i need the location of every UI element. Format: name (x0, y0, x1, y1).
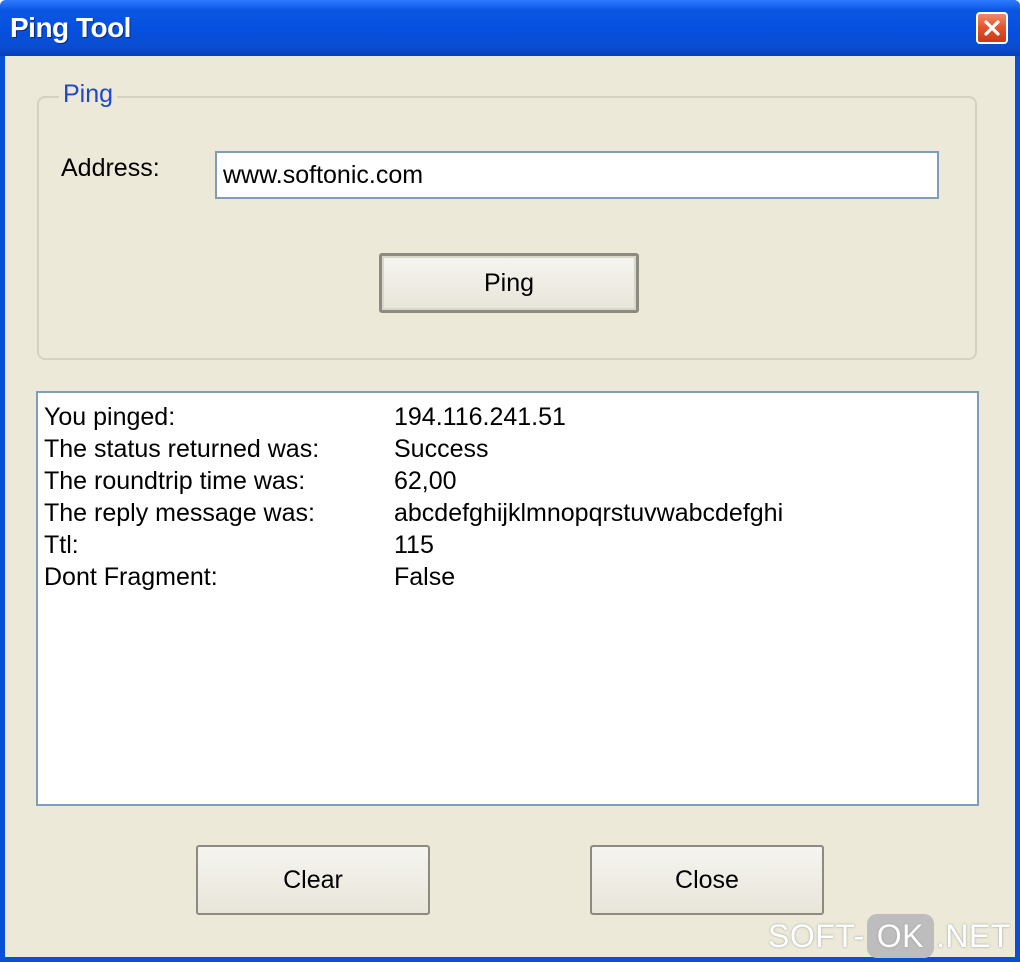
result-value: 115 (394, 531, 434, 559)
clear-button[interactable]: Clear (196, 845, 430, 915)
result-key: Dont Fragment: (44, 563, 218, 591)
window-close-button[interactable] (976, 12, 1008, 44)
result-value: Success (394, 435, 489, 463)
close-button[interactable]: Close (590, 845, 824, 915)
result-value: abcdefghijklmnopqrstuvwabcdefghi (394, 499, 784, 527)
ping-tool-window: Ping Tool Ping Address: Ping You pinged:… (0, 0, 1020, 962)
watermark-suffix: .NET (935, 917, 1011, 954)
result-key: The status returned was: (44, 435, 320, 463)
watermark-prefix: SOFT- (768, 917, 865, 954)
result-row: Ttl: 115 (44, 529, 971, 561)
result-row: You pinged: 194.116.241.51 (44, 401, 971, 433)
result-value: False (394, 563, 456, 591)
watermark-logo: SOFT- OK .NET (768, 912, 1011, 960)
ping-group-legend: Ping (59, 80, 118, 109)
close-icon (984, 20, 1000, 36)
result-row: The status returned was: Success (44, 433, 971, 465)
dialog-client-area: Ping Address: Ping You pinged: 194.116.2… (5, 56, 1015, 957)
ping-button[interactable]: Ping (379, 253, 639, 313)
watermark-badge: OK (866, 914, 934, 958)
result-value: 194.116.241.51 (394, 403, 566, 431)
address-label: Address: (61, 154, 160, 182)
ping-groupbox: Ping (37, 80, 977, 360)
result-row: The reply message was: abcdefghijklmnopq… (44, 497, 971, 529)
result-key: The roundtrip time was: (44, 467, 306, 495)
result-key: You pinged: (44, 403, 176, 431)
result-value: 62,00 (394, 467, 457, 495)
result-key: The reply message was: (44, 499, 315, 527)
title-bar[interactable]: Ping Tool (0, 0, 1020, 56)
address-input[interactable] (215, 151, 939, 199)
result-row: Dont Fragment: False (44, 561, 971, 593)
results-textbox[interactable]: You pinged: 194.116.241.51 The status re… (36, 391, 979, 806)
window-title: Ping Tool (10, 12, 131, 43)
result-key: Ttl: (44, 531, 79, 559)
result-row: The roundtrip time was: 62,00 (44, 465, 971, 497)
